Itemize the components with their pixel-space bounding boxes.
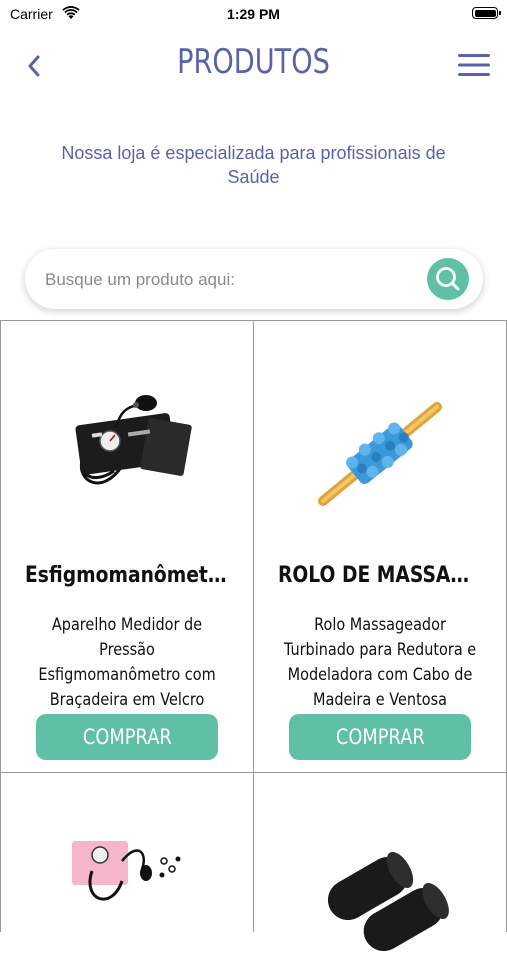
buy-button-label: COMPRAR <box>82 725 172 749</box>
page-title: PRODUTOS <box>177 42 330 82</box>
sphygmomanometer-image <box>75 395 192 485</box>
chevron-left-icon <box>28 55 40 77</box>
product-name: Esfigmomanômetro <box>25 563 229 588</box>
product-card[interactable]: Esfigmomanômetro Aparelho Medidor de Pre… <box>0 321 254 773</box>
buy-button[interactable]: COMPRAR <box>36 714 218 760</box>
status-bar: Carrier 1:29 PM <box>0 0 507 28</box>
product-card[interactable] <box>253 772 507 951</box>
search-button[interactable] <box>427 258 469 300</box>
product-card[interactable] <box>0 772 254 932</box>
buy-button-label: COMPRAR <box>335 725 425 749</box>
product-grid: Esfigmomanômetro Aparelho Medidor de Pre… <box>0 320 507 951</box>
buy-button[interactable]: COMPRAR <box>289 714 471 760</box>
massage-roller-image <box>318 402 442 506</box>
battery-icon <box>472 7 501 19</box>
product-description: Rolo Massageador Turbinado para Redutora… <box>283 615 477 710</box>
store-tagline: Nossa loja é especializada para profissi… <box>61 143 446 187</box>
product-name: ROLO DE MASSAGEM... <box>278 563 482 588</box>
menu-button[interactable] <box>457 51 491 79</box>
back-button[interactable] <box>22 50 50 82</box>
search-icon <box>436 267 460 291</box>
search-input[interactable] <box>43 249 427 311</box>
product-card[interactable]: ROLO DE MASSAGEM... Rolo Massageador Tur… <box>253 321 507 773</box>
hamburger-menu-icon <box>458 54 490 76</box>
blood-pressure-kit-image <box>72 841 181 901</box>
clock: 1:29 PM <box>227 6 280 22</box>
search-bar <box>25 249 483 311</box>
foam-rollers-image <box>327 851 449 951</box>
